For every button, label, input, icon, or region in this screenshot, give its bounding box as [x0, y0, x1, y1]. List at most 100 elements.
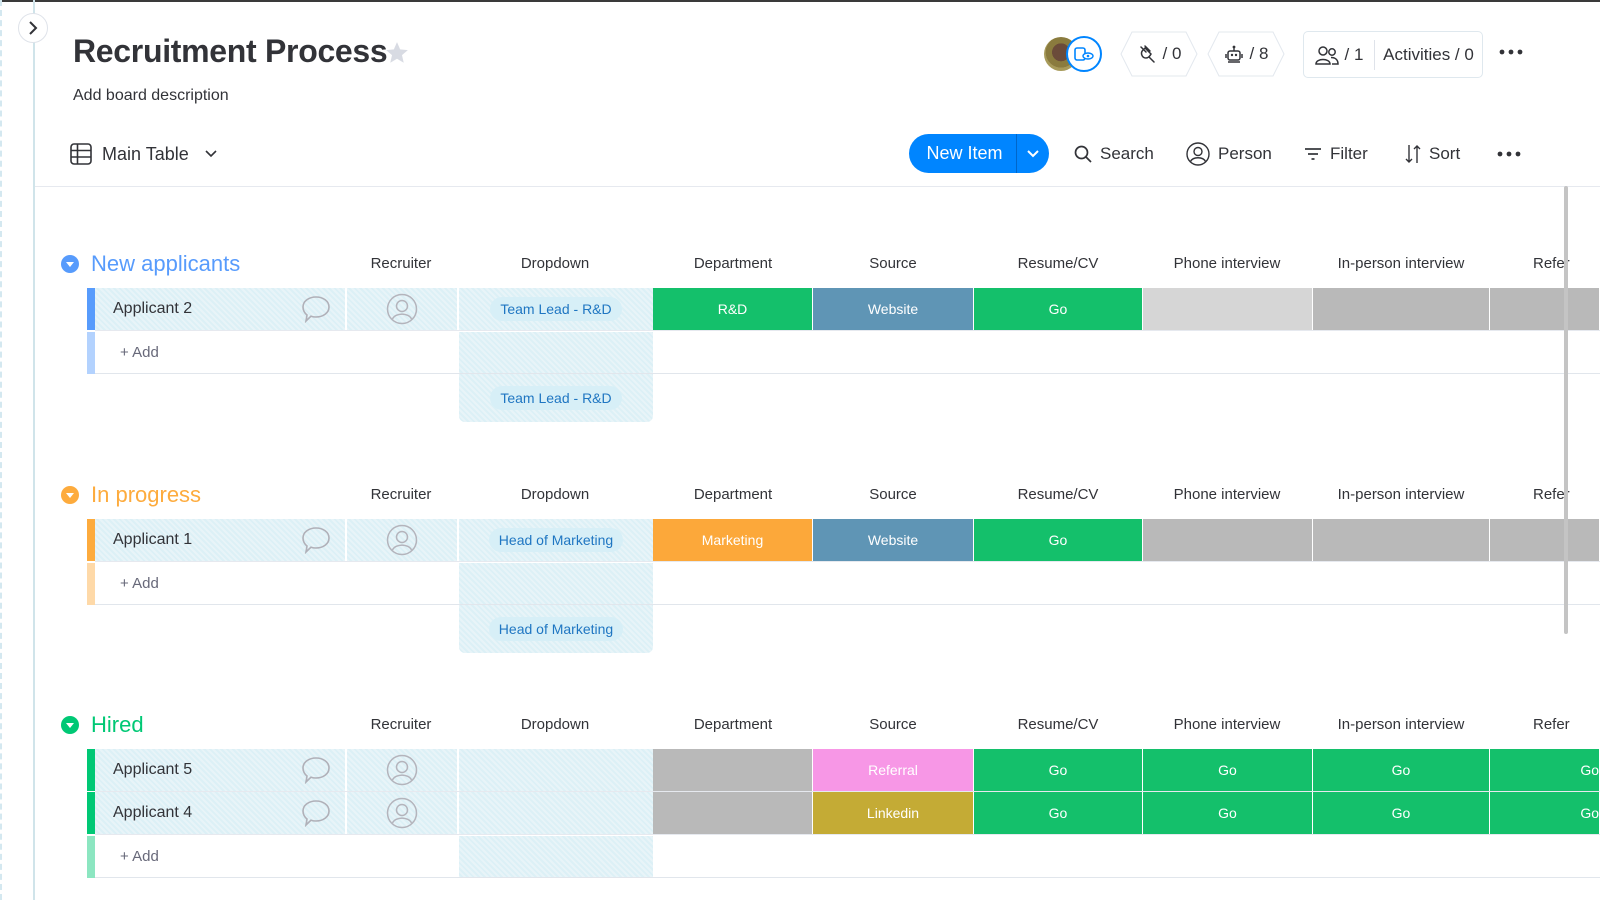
group-header[interactable]: In progress [61, 480, 201, 510]
integrations-button[interactable]: / 0 [1120, 31, 1198, 77]
group-header[interactable]: Hired [61, 710, 144, 740]
comment-bubble-icon[interactable] [301, 756, 331, 784]
status-cell-department[interactable]: R&D [653, 288, 813, 330]
dropdown-cell[interactable] [459, 792, 653, 834]
left-rail-divider [33, 0, 35, 900]
group-header[interactable]: New applicants [61, 249, 240, 279]
status-cell-inperson[interactable] [1313, 288, 1490, 330]
group-title[interactable]: In progress [91, 482, 201, 508]
status-cell-resume[interactable]: Go [974, 792, 1143, 834]
sort-button[interactable]: Sort [1405, 140, 1460, 168]
column-header[interactable]: Dropdown [475, 716, 635, 733]
more-options-icon[interactable] [1496, 144, 1522, 164]
status-cell-phone[interactable] [1143, 519, 1313, 561]
view-tab-main-table[interactable]: Main Table [70, 139, 217, 169]
column-header[interactable]: Dropdown [475, 486, 635, 503]
column-header[interactable]: In-person interview [1321, 486, 1481, 503]
comment-bubble-icon[interactable] [301, 799, 331, 827]
board-title[interactable]: Recruitment Process [73, 33, 388, 70]
item-name-cell[interactable]: Applicant 2 [95, 288, 345, 330]
integrations-count: / 0 [1162, 44, 1182, 63]
column-header[interactable]: Resume/CV [978, 716, 1138, 733]
recruiter-cell[interactable] [347, 749, 457, 791]
comment-bubble-icon[interactable] [301, 295, 331, 323]
status-cell-department[interactable]: Marketing [653, 519, 813, 561]
status-cell-resume[interactable]: Go [974, 519, 1143, 561]
column-header[interactable]: Dropdown [475, 255, 635, 272]
members-button[interactable]: / 1 [1304, 32, 1374, 77]
column-header[interactable]: Source [813, 486, 973, 503]
column-header[interactable]: Department [653, 486, 813, 503]
item-name-cell[interactable]: Applicant 1 [95, 519, 345, 561]
more-options-icon[interactable] [1498, 42, 1524, 62]
expand-sidebar-button[interactable] [18, 13, 48, 43]
item-name-cell[interactable]: Applicant 5 [95, 749, 345, 791]
status-cell-source[interactable]: Website [813, 519, 974, 561]
status-cell-resume[interactable]: Go [974, 288, 1143, 330]
status-cell-source[interactable]: Referral [813, 749, 974, 791]
vertical-scrollbar[interactable] [1564, 186, 1568, 634]
collapse-group-icon[interactable] [61, 716, 79, 734]
column-header[interactable]: Recruiter [321, 255, 481, 272]
automations-button[interactable]: / 8 [1207, 31, 1285, 77]
dropdown-cell[interactable]: Head of Marketing [459, 519, 653, 561]
row-divider [95, 561, 1600, 562]
board-description[interactable]: Add board description [73, 87, 229, 105]
column-header[interactable]: In-person interview [1321, 716, 1481, 733]
item-name-cell[interactable]: Applicant 4 [95, 792, 345, 834]
column-header[interactable]: Recruiter [321, 486, 481, 503]
column-header[interactable]: Resume/CV [978, 486, 1138, 503]
add-item-button[interactable]: + Add [120, 575, 159, 592]
column-header[interactable]: Refer [1533, 716, 1570, 733]
status-cell-phone[interactable] [1143, 288, 1313, 330]
group-title[interactable]: Hired [91, 712, 144, 738]
column-header[interactable]: Source [813, 255, 973, 272]
status-cell-refer[interactable] [1490, 519, 1600, 561]
person-avatar-icon [386, 293, 418, 325]
chevron-down-icon[interactable] [205, 150, 217, 158]
dropdown-cell[interactable]: Team Lead - R&D [459, 288, 653, 330]
column-header[interactable]: In-person interview [1321, 255, 1481, 272]
activities-button[interactable]: Activities / 0 [1375, 45, 1482, 65]
person-filter-button[interactable]: Person [1186, 140, 1272, 168]
status-cell-department[interactable] [653, 792, 813, 834]
column-header[interactable]: Recruiter [321, 716, 481, 733]
filter-button[interactable]: Filter [1304, 140, 1368, 168]
column-header[interactable]: Phone interview [1147, 255, 1307, 272]
comment-bubble-icon[interactable] [301, 526, 331, 554]
window-top-edge [0, 0, 1600, 2]
column-header[interactable]: Resume/CV [978, 255, 1138, 272]
board-subscribers[interactable] [1044, 36, 1104, 72]
group-title[interactable]: New applicants [91, 251, 240, 277]
status-cell-refer[interactable]: Go [1490, 792, 1600, 834]
search-button[interactable]: Search [1074, 140, 1154, 168]
new-item-button[interactable]: New Item [909, 143, 1016, 164]
status-cell-resume[interactable]: Go [974, 749, 1143, 791]
add-item-button[interactable]: + Add [120, 848, 159, 865]
recruiter-cell[interactable] [347, 792, 457, 834]
status-cell-source[interactable]: Linkedin [813, 792, 974, 834]
column-header[interactable]: Phone interview [1147, 486, 1307, 503]
status-cell-phone[interactable]: Go [1143, 749, 1313, 791]
collapse-group-icon[interactable] [61, 255, 79, 273]
column-header[interactable]: Source [813, 716, 973, 733]
dropdown-cell[interactable] [459, 749, 653, 791]
status-cell-source[interactable]: Website [813, 288, 974, 330]
column-header[interactable]: Phone interview [1147, 716, 1307, 733]
status-cell-inperson[interactable]: Go [1313, 749, 1490, 791]
favorite-star-icon[interactable] [384, 40, 410, 66]
add-item-button[interactable]: + Add [120, 344, 159, 361]
collapse-group-icon[interactable] [61, 486, 79, 504]
recruiter-cell[interactable] [347, 288, 457, 330]
new-item-dropdown-button[interactable] [1017, 149, 1049, 158]
status-cell-department[interactable] [653, 749, 813, 791]
status-cell-inperson[interactable] [1313, 519, 1490, 561]
status-cell-refer[interactable] [1490, 288, 1600, 330]
recruiter-cell[interactable] [347, 519, 457, 561]
column-header[interactable]: Department [653, 255, 813, 272]
status-cell-inperson[interactable]: Go [1313, 792, 1490, 834]
viewer-avatar[interactable] [1066, 36, 1102, 72]
status-cell-phone[interactable]: Go [1143, 792, 1313, 834]
status-cell-refer[interactable]: Go [1490, 749, 1600, 791]
column-header[interactable]: Department [653, 716, 813, 733]
